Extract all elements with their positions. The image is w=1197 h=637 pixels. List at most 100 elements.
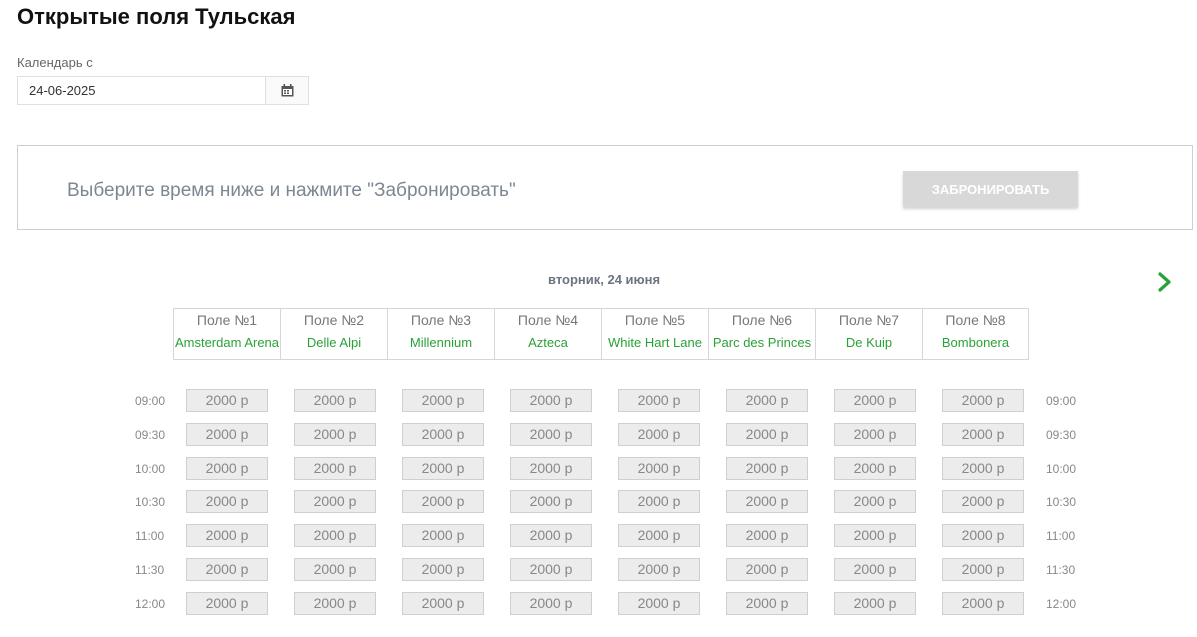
time-slot[interactable]: 2000 р: [618, 524, 700, 547]
time-slot[interactable]: 2000 р: [186, 490, 268, 513]
time-slot[interactable]: 2000 р: [510, 389, 592, 412]
calendar-icon: [281, 84, 293, 97]
field-column-5: Поле №5 White Hart Lane: [601, 309, 708, 359]
time-slot[interactable]: 2000 р: [726, 558, 808, 581]
time-slot[interactable]: 2000 р: [834, 423, 916, 446]
next-day-button[interactable]: [1155, 270, 1175, 299]
time-label-left: 12:00: [135, 597, 166, 611]
field-name: Millennium: [409, 335, 473, 350]
field-number: Поле №8: [945, 312, 1006, 328]
time-slot[interactable]: 2000 р: [618, 558, 700, 581]
time-slot[interactable]: 2000 р: [942, 490, 1024, 513]
time-slot[interactable]: 2000 р: [834, 457, 916, 480]
field-number: Поле №5: [624, 312, 686, 328]
time-slot[interactable]: 2000 р: [510, 423, 592, 446]
time-slot[interactable]: 2000 р: [726, 524, 808, 547]
time-label-right: 09:30: [1046, 428, 1077, 442]
time-slot[interactable]: 2000 р: [402, 457, 484, 480]
time-label-right: 12:00: [1046, 597, 1077, 611]
time-slot[interactable]: 2000 р: [942, 389, 1024, 412]
date-input[interactable]: [18, 77, 265, 104]
time-slot[interactable]: 2000 р: [294, 592, 376, 615]
time-slot[interactable]: 2000 р: [834, 558, 916, 581]
time-slot[interactable]: 2000 р: [186, 389, 268, 412]
field-number: Поле №7: [838, 312, 900, 328]
time-slot[interactable]: 2000 р: [510, 558, 592, 581]
field-column-7: Поле №7 De Kuip: [815, 309, 922, 359]
time-slot[interactable]: 2000 р: [510, 524, 592, 547]
time-slot[interactable]: 2000 р: [834, 389, 916, 412]
time-slot[interactable]: 2000 р: [942, 457, 1024, 480]
time-slot[interactable]: 2000 р: [618, 423, 700, 446]
field-name: Amsterdam Arena: [174, 335, 280, 350]
field-column-4: Поле №4 Azteca: [494, 309, 601, 359]
time-slot[interactable]: 2000 р: [402, 592, 484, 615]
time-slot[interactable]: 2000 р: [726, 457, 808, 480]
field-number: Поле №3: [410, 312, 472, 328]
time-slot[interactable]: 2000 р: [186, 592, 268, 615]
time-slot[interactable]: 2000 р: [186, 524, 268, 547]
time-label-left: 11:00: [135, 529, 165, 543]
field-name: White Hart Lane: [608, 335, 702, 350]
time-slot[interactable]: 2000 р: [618, 389, 700, 412]
time-slot[interactable]: 2000 р: [726, 389, 808, 412]
time-slot[interactable]: 2000 р: [726, 490, 808, 513]
day-header: вторник, 24 июня: [548, 272, 661, 287]
time-slot[interactable]: 2000 р: [510, 592, 592, 615]
time-slot[interactable]: 2000 р: [618, 592, 700, 615]
time-slot[interactable]: 2000 р: [942, 558, 1024, 581]
time-slot[interactable]: 2000 р: [942, 524, 1024, 547]
time-label-right: 11:30: [1046, 563, 1076, 577]
field-column-6: Поле №6 Parc des Princes: [708, 309, 815, 359]
field-number: Поле №6: [731, 312, 793, 328]
time-label-left: 11:30: [135, 563, 165, 577]
field-column-1: Поле №1 Amsterdam Arena: [173, 309, 280, 359]
field-name: Bombonera: [941, 335, 1010, 350]
chevron-right-icon: [1158, 272, 1171, 292]
time-slot[interactable]: 2000 р: [618, 490, 700, 513]
page-title: Открытые поля Тульская: [17, 4, 296, 29]
date-picker: [17, 76, 309, 105]
calendar-button[interactable]: [265, 77, 308, 104]
time-slot[interactable]: 2000 р: [834, 524, 916, 547]
time-label-right: 09:00: [1046, 394, 1077, 408]
time-slot[interactable]: 2000 р: [294, 457, 376, 480]
time-slot[interactable]: 2000 р: [834, 490, 916, 513]
field-name: Azteca: [528, 335, 568, 350]
time-slot[interactable]: 2000 р: [618, 457, 700, 480]
time-slot[interactable]: 2000 р: [726, 592, 808, 615]
booking-panel: Выберите время ниже и нажмите "Заброниро…: [17, 145, 1193, 230]
time-slot[interactable]: 2000 р: [186, 457, 268, 480]
time-slot[interactable]: 2000 р: [402, 490, 484, 513]
field-name: Delle Alpi: [306, 335, 362, 350]
time-slot[interactable]: 2000 р: [402, 389, 484, 412]
time-slot[interactable]: 2000 р: [186, 558, 268, 581]
time-label-right: 10:30: [1046, 495, 1077, 509]
time-slot[interactable]: 2000 р: [294, 524, 376, 547]
time-label-left: 09:00: [135, 394, 166, 408]
field-column-3: Поле №3 Millennium: [387, 309, 494, 359]
time-slot[interactable]: 2000 р: [294, 490, 376, 513]
time-slot[interactable]: 2000 р: [834, 592, 916, 615]
time-slot[interactable]: 2000 р: [294, 389, 376, 412]
field-number: Поле №1: [196, 312, 258, 328]
booking-hint: Выберите время ниже и нажмите "Заброниро…: [67, 180, 516, 201]
fields-header: Поле №1 Amsterdam Arena Поле №2 Delle Alpi П…: [173, 308, 1029, 360]
time-slot[interactable]: 2000 р: [402, 524, 484, 547]
time-slot[interactable]: 2000 р: [402, 558, 484, 581]
book-button[interactable]: ЗАБРОНИРОВАТЬ: [903, 171, 1078, 207]
field-number: Поле №2: [303, 312, 365, 328]
field-column-2: Поле №2 Delle Alpi: [280, 309, 387, 359]
time-slot[interactable]: 2000 р: [510, 490, 592, 513]
time-slot[interactable]: 2000 р: [294, 558, 376, 581]
time-slot[interactable]: 2000 р: [510, 457, 592, 480]
time-slot[interactable]: 2000 р: [942, 592, 1024, 615]
field-column-8: Поле №8 Bombonera: [922, 309, 1029, 359]
time-slot[interactable]: 2000 р: [294, 423, 376, 446]
time-slot[interactable]: 2000 р: [726, 423, 808, 446]
field-name: De Kuip: [845, 335, 893, 350]
time-slot[interactable]: 2000 р: [186, 423, 268, 446]
time-label-right: 11:00: [1046, 529, 1076, 543]
time-slot[interactable]: 2000 р: [942, 423, 1024, 446]
time-slot[interactable]: 2000 р: [402, 423, 484, 446]
